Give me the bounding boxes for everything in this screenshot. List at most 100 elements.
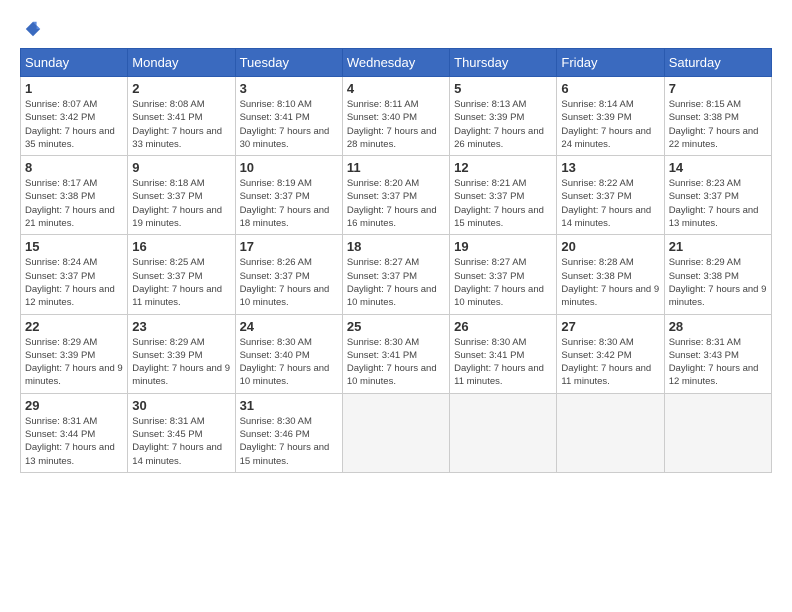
day-info: Sunrise: 8:24 AM Sunset: 3:37 PM Dayligh… — [25, 256, 123, 309]
calendar-day-cell: 29 Sunrise: 8:31 AM Sunset: 3:44 PM Dayl… — [21, 393, 128, 472]
calendar-day-cell: 17 Sunrise: 8:26 AM Sunset: 3:37 PM Dayl… — [235, 235, 342, 314]
calendar-day-cell: 14 Sunrise: 8:23 AM Sunset: 3:37 PM Dayl… — [664, 156, 771, 235]
day-info: Sunrise: 8:29 AM Sunset: 3:39 PM Dayligh… — [25, 336, 123, 389]
calendar-day-cell: 2 Sunrise: 8:08 AM Sunset: 3:41 PM Dayli… — [128, 77, 235, 156]
day-info: Sunrise: 8:29 AM Sunset: 3:39 PM Dayligh… — [132, 336, 230, 389]
header — [20, 20, 772, 38]
calendar-day-cell: 13 Sunrise: 8:22 AM Sunset: 3:37 PM Dayl… — [557, 156, 664, 235]
day-number: 28 — [669, 319, 767, 334]
day-number: 1 — [25, 81, 123, 96]
calendar-week-row: 22 Sunrise: 8:29 AM Sunset: 3:39 PM Dayl… — [21, 314, 772, 393]
day-info: Sunrise: 8:15 AM Sunset: 3:38 PM Dayligh… — [669, 98, 767, 151]
calendar-day-cell: 9 Sunrise: 8:18 AM Sunset: 3:37 PM Dayli… — [128, 156, 235, 235]
day-number: 24 — [240, 319, 338, 334]
calendar-week-row: 15 Sunrise: 8:24 AM Sunset: 3:37 PM Dayl… — [21, 235, 772, 314]
calendar: SundayMondayTuesdayWednesdayThursdayFrid… — [20, 48, 772, 473]
day-number: 22 — [25, 319, 123, 334]
calendar-day-cell: 22 Sunrise: 8:29 AM Sunset: 3:39 PM Dayl… — [21, 314, 128, 393]
day-number: 23 — [132, 319, 230, 334]
calendar-day-cell: 30 Sunrise: 8:31 AM Sunset: 3:45 PM Dayl… — [128, 393, 235, 472]
day-info: Sunrise: 8:27 AM Sunset: 3:37 PM Dayligh… — [347, 256, 445, 309]
calendar-day-cell: 21 Sunrise: 8:29 AM Sunset: 3:38 PM Dayl… — [664, 235, 771, 314]
calendar-header-friday: Friday — [557, 49, 664, 77]
day-info: Sunrise: 8:31 AM Sunset: 3:43 PM Dayligh… — [669, 336, 767, 389]
day-info: Sunrise: 8:26 AM Sunset: 3:37 PM Dayligh… — [240, 256, 338, 309]
day-number: 21 — [669, 239, 767, 254]
day-info: Sunrise: 8:18 AM Sunset: 3:37 PM Dayligh… — [132, 177, 230, 230]
calendar-day-cell: 15 Sunrise: 8:24 AM Sunset: 3:37 PM Dayl… — [21, 235, 128, 314]
day-info: Sunrise: 8:22 AM Sunset: 3:37 PM Dayligh… — [561, 177, 659, 230]
day-number: 15 — [25, 239, 123, 254]
day-number: 3 — [240, 81, 338, 96]
calendar-day-cell: 23 Sunrise: 8:29 AM Sunset: 3:39 PM Dayl… — [128, 314, 235, 393]
day-number: 25 — [347, 319, 445, 334]
day-info: Sunrise: 8:19 AM Sunset: 3:37 PM Dayligh… — [240, 177, 338, 230]
calendar-day-cell: 28 Sunrise: 8:31 AM Sunset: 3:43 PM Dayl… — [664, 314, 771, 393]
day-number: 7 — [669, 81, 767, 96]
day-number: 30 — [132, 398, 230, 413]
calendar-header-row: SundayMondayTuesdayWednesdayThursdayFrid… — [21, 49, 772, 77]
calendar-day-cell: 7 Sunrise: 8:15 AM Sunset: 3:38 PM Dayli… — [664, 77, 771, 156]
day-info: Sunrise: 8:25 AM Sunset: 3:37 PM Dayligh… — [132, 256, 230, 309]
calendar-header-monday: Monday — [128, 49, 235, 77]
day-info: Sunrise: 8:30 AM Sunset: 3:41 PM Dayligh… — [347, 336, 445, 389]
calendar-day-cell: 12 Sunrise: 8:21 AM Sunset: 3:37 PM Dayl… — [450, 156, 557, 235]
calendar-day-cell: 24 Sunrise: 8:30 AM Sunset: 3:40 PM Dayl… — [235, 314, 342, 393]
calendar-day-cell: 1 Sunrise: 8:07 AM Sunset: 3:42 PM Dayli… — [21, 77, 128, 156]
logo-icon — [24, 20, 42, 38]
day-number: 2 — [132, 81, 230, 96]
calendar-day-cell: 8 Sunrise: 8:17 AM Sunset: 3:38 PM Dayli… — [21, 156, 128, 235]
calendar-header-sunday: Sunday — [21, 49, 128, 77]
calendar-day-cell: 19 Sunrise: 8:27 AM Sunset: 3:37 PM Dayl… — [450, 235, 557, 314]
calendar-day-cell: 3 Sunrise: 8:10 AM Sunset: 3:41 PM Dayli… — [235, 77, 342, 156]
calendar-header-wednesday: Wednesday — [342, 49, 449, 77]
day-info: Sunrise: 8:07 AM Sunset: 3:42 PM Dayligh… — [25, 98, 123, 151]
logo — [20, 20, 42, 38]
day-info: Sunrise: 8:14 AM Sunset: 3:39 PM Dayligh… — [561, 98, 659, 151]
calendar-header-tuesday: Tuesday — [235, 49, 342, 77]
calendar-week-row: 1 Sunrise: 8:07 AM Sunset: 3:42 PM Dayli… — [21, 77, 772, 156]
calendar-week-row: 8 Sunrise: 8:17 AM Sunset: 3:38 PM Dayli… — [21, 156, 772, 235]
day-number: 5 — [454, 81, 552, 96]
day-number: 18 — [347, 239, 445, 254]
calendar-day-cell: 11 Sunrise: 8:20 AM Sunset: 3:37 PM Dayl… — [342, 156, 449, 235]
day-info: Sunrise: 8:10 AM Sunset: 3:41 PM Dayligh… — [240, 98, 338, 151]
calendar-day-cell — [450, 393, 557, 472]
calendar-day-cell: 5 Sunrise: 8:13 AM Sunset: 3:39 PM Dayli… — [450, 77, 557, 156]
day-number: 16 — [132, 239, 230, 254]
calendar-day-cell — [664, 393, 771, 472]
day-info: Sunrise: 8:20 AM Sunset: 3:37 PM Dayligh… — [347, 177, 445, 230]
day-number: 13 — [561, 160, 659, 175]
day-info: Sunrise: 8:17 AM Sunset: 3:38 PM Dayligh… — [25, 177, 123, 230]
day-number: 14 — [669, 160, 767, 175]
day-info: Sunrise: 8:08 AM Sunset: 3:41 PM Dayligh… — [132, 98, 230, 151]
day-number: 31 — [240, 398, 338, 413]
day-info: Sunrise: 8:13 AM Sunset: 3:39 PM Dayligh… — [454, 98, 552, 151]
calendar-day-cell: 31 Sunrise: 8:30 AM Sunset: 3:46 PM Dayl… — [235, 393, 342, 472]
day-number: 17 — [240, 239, 338, 254]
calendar-day-cell: 27 Sunrise: 8:30 AM Sunset: 3:42 PM Dayl… — [557, 314, 664, 393]
day-info: Sunrise: 8:27 AM Sunset: 3:37 PM Dayligh… — [454, 256, 552, 309]
day-info: Sunrise: 8:30 AM Sunset: 3:41 PM Dayligh… — [454, 336, 552, 389]
calendar-header-saturday: Saturday — [664, 49, 771, 77]
day-number: 19 — [454, 239, 552, 254]
day-info: Sunrise: 8:30 AM Sunset: 3:40 PM Dayligh… — [240, 336, 338, 389]
day-number: 26 — [454, 319, 552, 334]
day-info: Sunrise: 8:23 AM Sunset: 3:37 PM Dayligh… — [669, 177, 767, 230]
day-number: 11 — [347, 160, 445, 175]
day-number: 20 — [561, 239, 659, 254]
calendar-week-row: 29 Sunrise: 8:31 AM Sunset: 3:44 PM Dayl… — [21, 393, 772, 472]
calendar-day-cell: 18 Sunrise: 8:27 AM Sunset: 3:37 PM Dayl… — [342, 235, 449, 314]
calendar-day-cell: 16 Sunrise: 8:25 AM Sunset: 3:37 PM Dayl… — [128, 235, 235, 314]
calendar-day-cell: 20 Sunrise: 8:28 AM Sunset: 3:38 PM Dayl… — [557, 235, 664, 314]
calendar-day-cell — [342, 393, 449, 472]
day-info: Sunrise: 8:28 AM Sunset: 3:38 PM Dayligh… — [561, 256, 659, 309]
day-info: Sunrise: 8:29 AM Sunset: 3:38 PM Dayligh… — [669, 256, 767, 309]
day-number: 29 — [25, 398, 123, 413]
calendar-day-cell: 26 Sunrise: 8:30 AM Sunset: 3:41 PM Dayl… — [450, 314, 557, 393]
day-info: Sunrise: 8:31 AM Sunset: 3:45 PM Dayligh… — [132, 415, 230, 468]
calendar-day-cell: 6 Sunrise: 8:14 AM Sunset: 3:39 PM Dayli… — [557, 77, 664, 156]
day-info: Sunrise: 8:30 AM Sunset: 3:42 PM Dayligh… — [561, 336, 659, 389]
day-info: Sunrise: 8:31 AM Sunset: 3:44 PM Dayligh… — [25, 415, 123, 468]
day-number: 10 — [240, 160, 338, 175]
